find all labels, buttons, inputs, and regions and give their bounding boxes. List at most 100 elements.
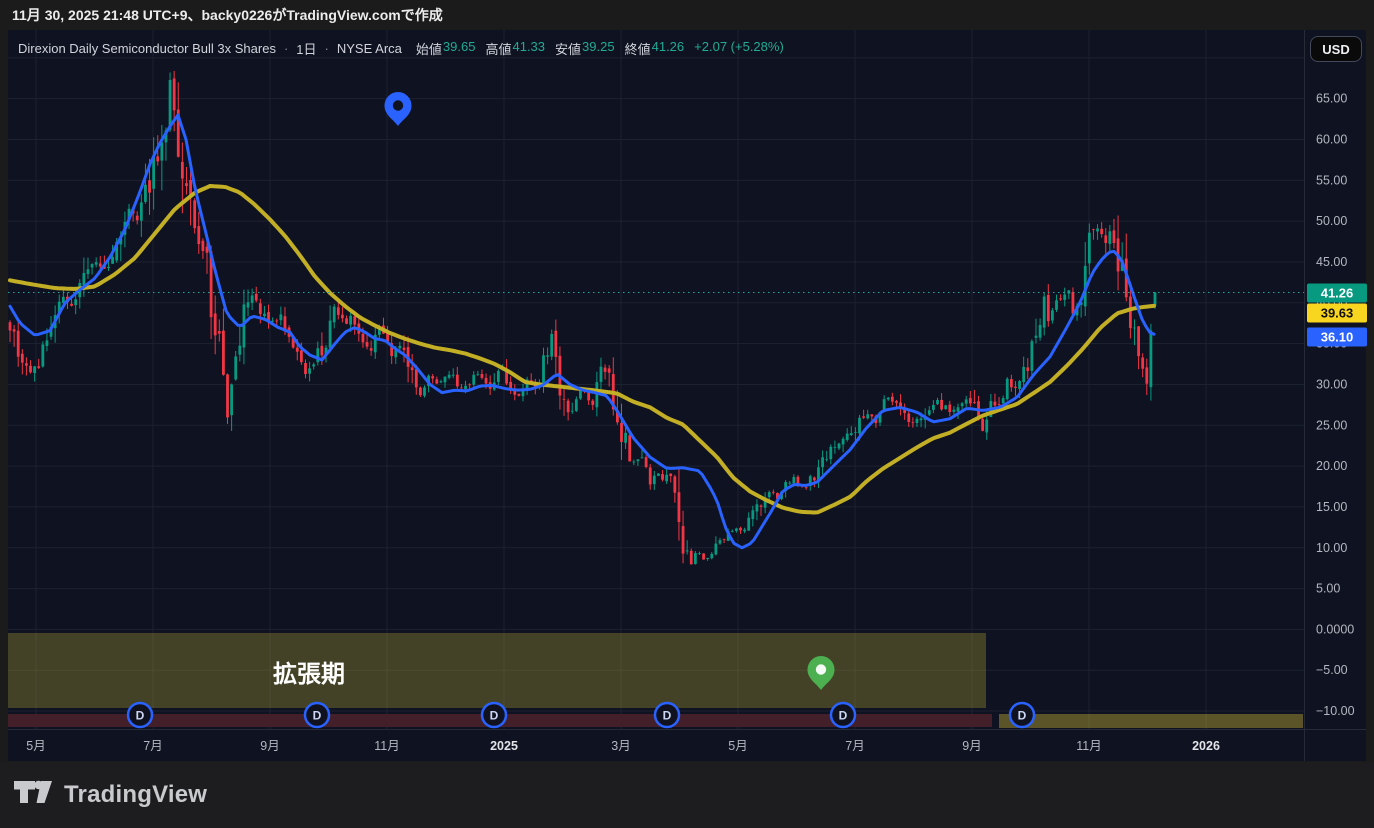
tradingview-logo-text: TradingView	[64, 781, 207, 809]
candle-body	[571, 411, 574, 412]
ohlc-values: 始値39.65 高値41.33 安値39.25 終値41.26 +2.07 (+…	[416, 39, 784, 58]
dividend-badge[interactable]: D	[1010, 703, 1034, 727]
candle-body	[366, 342, 369, 347]
candle-body	[788, 483, 791, 484]
candle-body	[747, 518, 750, 531]
time-tick-label: 11月	[1076, 739, 1101, 753]
expansion-zone	[8, 633, 986, 708]
candle-body	[821, 457, 824, 467]
price-tick-label: 55.00	[1316, 173, 1347, 187]
candle-body	[111, 257, 114, 264]
dividend-badge-letter: D	[663, 709, 672, 723]
exchange-label: NYSE Arca	[337, 41, 402, 56]
symbol-title[interactable]: Direxion Daily Semiconductor Bull 3x Sha…	[18, 41, 276, 56]
candle-body	[497, 371, 500, 382]
candle-body	[981, 419, 984, 431]
candle-body	[628, 435, 631, 461]
price-tick-label: 15.00	[1316, 500, 1347, 514]
candle-body	[833, 447, 836, 448]
candle-body	[829, 447, 832, 459]
dividend-badge-letter: D	[1018, 709, 1027, 723]
candle-body	[25, 363, 28, 365]
candle-body	[345, 318, 348, 324]
candle-body	[998, 404, 1001, 405]
interval-label[interactable]: 1日	[296, 39, 316, 58]
candle-body	[337, 307, 340, 315]
candle-body	[41, 345, 44, 367]
candle-body	[985, 420, 988, 433]
price-tick-label: −5.00	[1316, 663, 1348, 677]
candle-body	[333, 307, 336, 323]
candle-body	[320, 346, 323, 355]
candle-body	[546, 355, 549, 356]
candle-body	[591, 401, 594, 405]
expansion-zone-label: 拡張期	[273, 661, 345, 688]
candle-body	[907, 414, 910, 422]
tradingview-logo[interactable]: TradingView	[14, 780, 207, 810]
candle-body	[353, 316, 356, 324]
candle-body	[476, 374, 479, 375]
price-tick-label: 45.00	[1316, 255, 1347, 269]
close-value: 41.26	[652, 39, 685, 58]
candle-body	[419, 388, 422, 396]
chart-legend[interactable]: Direxion Daily Semiconductor Bull 3x Sha…	[18, 39, 784, 58]
candle-body	[735, 529, 738, 531]
candle-body	[1108, 231, 1111, 244]
candle-body	[37, 366, 40, 368]
candle-body	[9, 322, 12, 330]
candle-body	[1047, 295, 1050, 321]
candle-body	[1063, 295, 1066, 300]
candle-body	[953, 410, 956, 412]
candle-body	[911, 422, 914, 423]
dividend-badge[interactable]: D	[831, 703, 855, 727]
candle-body	[1100, 229, 1103, 234]
currency-toggle-button[interactable]: USD	[1310, 36, 1362, 62]
candle-body	[362, 334, 365, 343]
candle-body	[542, 355, 545, 386]
last-price-label: 36.10	[1307, 328, 1367, 347]
candle-body	[792, 477, 795, 483]
price-label-value: 36.10	[1321, 330, 1354, 345]
candle-body	[1129, 297, 1132, 328]
candle-body	[522, 391, 525, 396]
price-label-value: 41.26	[1321, 286, 1354, 301]
candle-body	[403, 348, 406, 350]
candle-body	[944, 405, 947, 409]
candle-body	[136, 216, 139, 221]
candle-body	[719, 540, 722, 543]
candle-body	[197, 226, 200, 244]
price-chart-canvas[interactable]: 拡張期65.0060.0055.0050.0045.0040.0035.0030…	[0, 0, 1374, 828]
candle-body	[714, 544, 717, 555]
candle-body	[21, 354, 24, 363]
separator-dot: ·	[282, 41, 290, 56]
tradingview-logo-icon	[14, 780, 54, 810]
candle-body	[464, 386, 467, 389]
candle-body	[144, 185, 147, 202]
time-tick-label: 5月	[26, 739, 45, 753]
candle-body	[1113, 230, 1116, 243]
dividend-badge[interactable]: D	[482, 703, 506, 727]
dividend-badge[interactable]: D	[128, 703, 152, 727]
candle-body	[1030, 341, 1033, 371]
last-price-label: 41.26	[1307, 284, 1367, 303]
candle-body	[181, 162, 184, 179]
candle-body	[472, 375, 475, 385]
candle-body	[1149, 331, 1152, 388]
candle-body	[1022, 367, 1025, 382]
candle-body	[33, 366, 36, 373]
candle-body	[743, 530, 746, 532]
candle-body	[1055, 300, 1058, 310]
candle-body	[620, 423, 623, 442]
time-tick-label: 7月	[845, 739, 864, 753]
dividend-badge[interactable]: D	[655, 703, 679, 727]
candle-body	[702, 553, 705, 559]
candle-body	[706, 558, 709, 559]
candle-body	[665, 475, 668, 481]
candle-body	[965, 399, 968, 403]
candle-body	[587, 392, 590, 400]
candle-body	[173, 78, 176, 110]
candle-body	[1088, 233, 1091, 264]
dividend-badge[interactable]: D	[305, 703, 329, 727]
time-tick-label: 2026	[1192, 739, 1220, 753]
candle-body	[624, 433, 627, 443]
